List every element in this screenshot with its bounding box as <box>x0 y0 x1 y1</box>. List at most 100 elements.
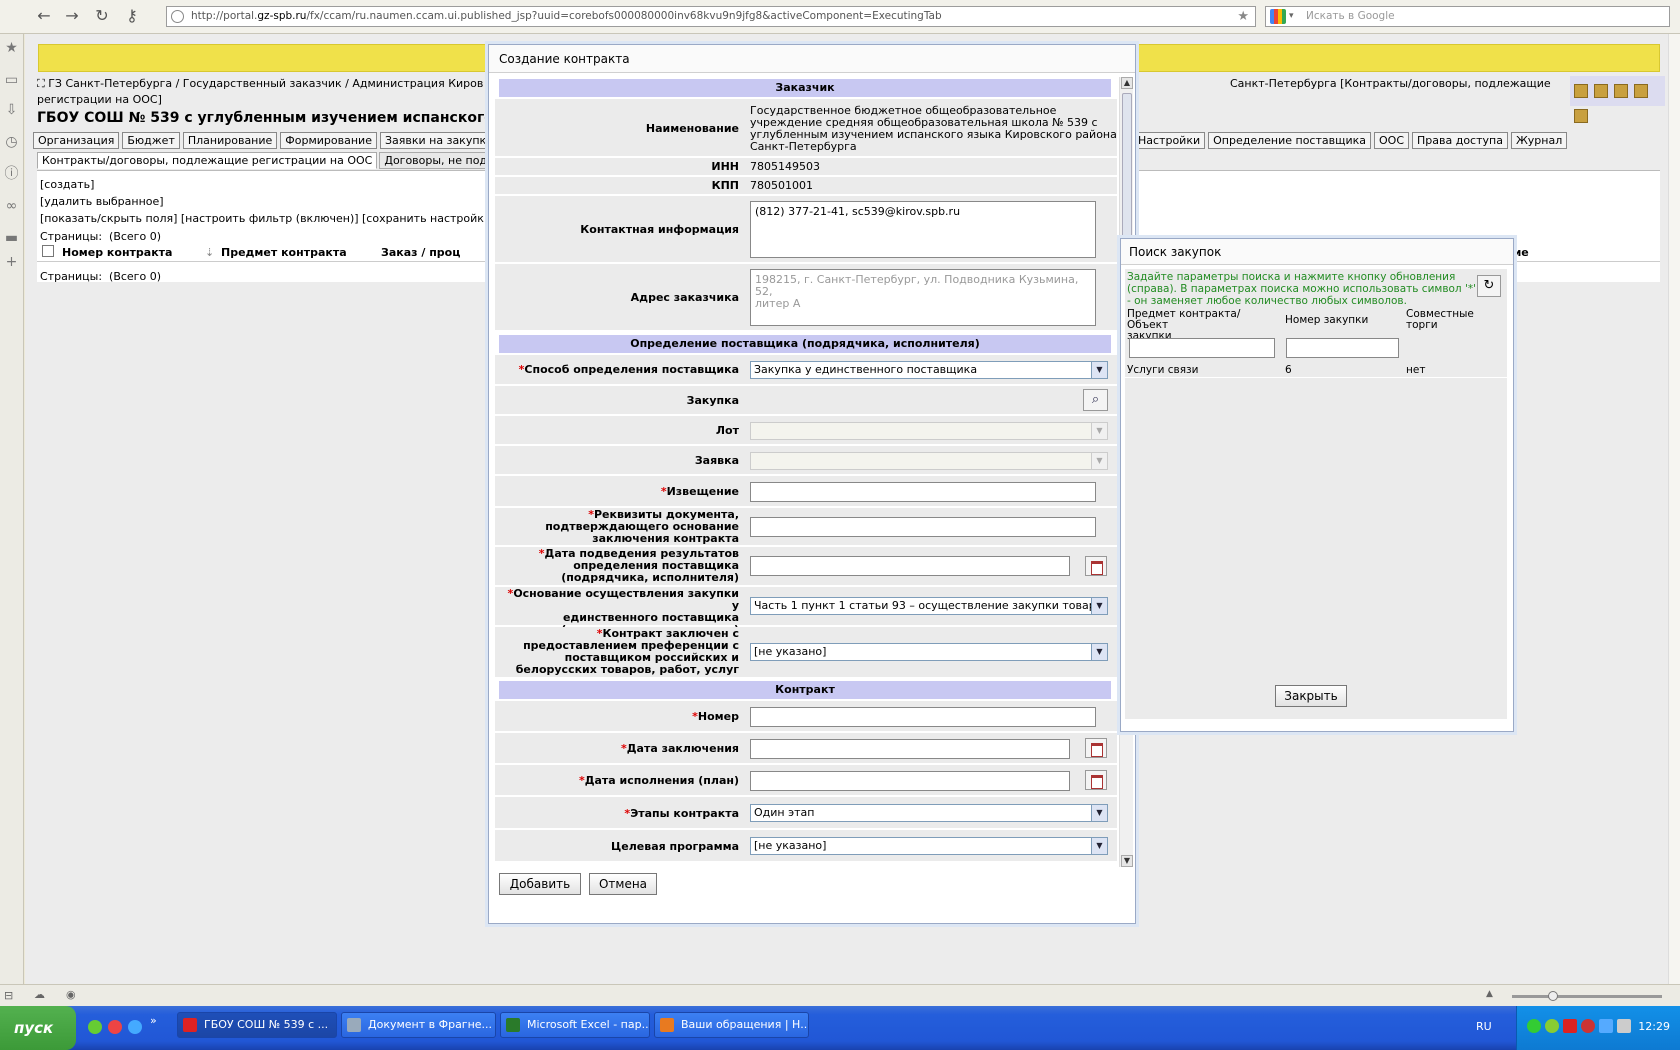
resultdate-input[interactable] <box>750 556 1070 576</box>
tab-organization[interactable]: Организация <box>33 132 120 149</box>
add-button[interactable]: Добавить <box>499 873 581 895</box>
settings-links[interactable]: [показать/скрыть поля] [настроить фильтр… <box>40 212 491 225</box>
conclusion-date-input[interactable] <box>750 739 1070 759</box>
magnifier-icon[interactable]: ⌕ <box>1083 389 1108 411</box>
calendar-icon[interactable] <box>1085 738 1107 758</box>
tab-budget[interactable]: Бюджет <box>122 132 180 149</box>
google-logo-icon[interactable] <box>1270 9 1286 24</box>
select-all-checkbox[interactable] <box>42 245 54 257</box>
zoom-arrow-icon[interactable]: ▲ <box>1486 989 1493 999</box>
address-textarea[interactable]: 198215, г. Санкт-Петербург, ул. Подводни… <box>750 269 1096 326</box>
col-contract-subject[interactable]: Предмет контракта <box>221 246 347 259</box>
zoom-slider-thumb[interactable] <box>1548 991 1558 1001</box>
info-icon[interactable]: ⓘ <box>3 166 20 183</box>
result-number[interactable]: 6 <box>1285 364 1292 376</box>
tray-app-icon[interactable] <box>1581 1019 1595 1033</box>
history-icon[interactable]: ◷ <box>3 134 20 151</box>
notice-input[interactable] <box>750 482 1096 502</box>
star-icon[interactable]: ★ <box>3 40 20 57</box>
chevron-down-icon[interactable]: ▼ <box>1091 423 1107 439</box>
quicklaunch-icon[interactable] <box>88 1020 102 1034</box>
tab-supplier-determination[interactable]: Определение поставщика <box>1208 132 1371 149</box>
result-joint[interactable]: нет <box>1406 364 1425 376</box>
method-select[interactable]: Закупка у единственного поставщика ▼ <box>750 361 1108 379</box>
search-input[interactable]: ▾ Искать в Google <box>1265 6 1670 27</box>
cancel-button[interactable]: Отмена <box>589 873 657 895</box>
taskbar-item[interactable]: Ваши обращения | Н... <box>654 1012 809 1038</box>
stages-select[interactable]: Один этап ▼ <box>750 804 1108 822</box>
close-button[interactable]: Закрыть <box>1275 685 1347 707</box>
tab-oos[interactable]: ООС <box>1374 132 1409 149</box>
kaspersky-icon[interactable] <box>1563 1019 1577 1033</box>
panel-toggle-icon[interactable]: ⊟ <box>4 989 13 1002</box>
refresh-icon[interactable]: ↻ <box>1477 275 1501 297</box>
application-select[interactable]: ▼ <box>750 452 1108 470</box>
chevron-down-icon[interactable]: ▼ <box>1091 805 1107 821</box>
notes-icon[interactable]: ▭ <box>3 72 20 89</box>
forward-arrow-icon[interactable]: → <box>62 6 82 26</box>
basis-select[interactable]: Часть 1 пункт 1 статьи 93 – осуществлени… <box>750 597 1108 615</box>
bookmark-star-icon[interactable]: ★ <box>1237 7 1249 26</box>
taskbar-item[interactable]: Документ в Фрагне... <box>341 1012 496 1038</box>
chevron-down-icon[interactable]: ▼ <box>1091 598 1107 614</box>
preference-select[interactable]: [не указано] ▼ <box>750 643 1108 661</box>
tab-planning[interactable]: Планирование <box>182 132 278 149</box>
result-subject[interactable]: Услуги связи <box>1127 364 1198 376</box>
start-button[interactable]: пуск <box>0 1006 76 1050</box>
number-filter-input[interactable] <box>1286 338 1399 358</box>
tab-purchase-requests[interactable]: Заявки на закупку <box>379 132 498 149</box>
contact-textarea[interactable]: (812) 377-21-41, sc539@kirov.spb.ru <box>750 201 1096 258</box>
network-icon[interactable] <box>1599 1019 1613 1033</box>
address-bar[interactable]: http://portal.gz-spb.ru/fx/ccam/ru.naume… <box>166 6 1256 27</box>
scroll-down-icon[interactable]: ▼ <box>1121 855 1133 867</box>
taskbar-item[interactable]: ГБОУ СОШ № 539 с ... <box>177 1012 337 1038</box>
execution-date-input[interactable] <box>750 771 1070 791</box>
tree-icon[interactable]: ⛶ <box>37 77 45 90</box>
delete-selected-link[interactable]: [удалить выбранное] <box>40 195 164 208</box>
chevron-down-icon[interactable]: ▾ <box>1289 7 1294 26</box>
tab-settings[interactable]: Настройки <box>1133 132 1206 149</box>
chevron-down-icon[interactable]: ▼ <box>1091 838 1107 854</box>
volume-icon[interactable] <box>1617 1019 1631 1033</box>
add-icon[interactable]: + <box>3 254 20 271</box>
home-icon[interactable] <box>1594 84 1608 98</box>
lot-select[interactable]: ▼ <box>750 422 1108 440</box>
chrome-icon[interactable] <box>108 1020 122 1034</box>
sort-arrow-icon[interactable]: ⇣ <box>205 246 214 259</box>
refresh-icon[interactable] <box>1614 84 1628 98</box>
col-contract-number[interactable]: Номер контракта <box>62 246 172 259</box>
create-link[interactable]: [создать] <box>40 178 94 191</box>
ie-icon[interactable] <box>128 1020 142 1034</box>
chevron-down-icon[interactable]: ▼ <box>1091 362 1107 378</box>
tab-forming[interactable]: Формирование <box>280 132 377 149</box>
tab-journal[interactable]: Журнал <box>1510 132 1568 149</box>
tray-app-icon[interactable] <box>1527 1019 1541 1033</box>
download-icon[interactable]: ⇩ <box>3 102 20 119</box>
program-select[interactable]: [не указано] ▼ <box>750 837 1108 855</box>
tab-access-rights[interactable]: Права доступа <box>1412 132 1508 149</box>
calendar-icon[interactable] <box>1085 556 1107 576</box>
cloud-icon[interactable]: ☁ <box>34 988 45 1001</box>
more-chevron-icon[interactable]: » <box>150 1014 157 1027</box>
calendar-icon[interactable] <box>1085 770 1107 790</box>
back-arrow-icon[interactable]: ← <box>34 6 54 26</box>
docreq-input[interactable] <box>750 517 1096 537</box>
chevron-down-icon[interactable]: ▼ <box>1091 644 1107 660</box>
number-input[interactable] <box>750 707 1096 727</box>
back-icon[interactable] <box>1634 84 1648 98</box>
key-icon[interactable]: ⚷ <box>122 6 142 26</box>
link-icon[interactable]: ∞ <box>3 198 20 215</box>
zoom-slider[interactable] <box>1512 991 1662 1001</box>
subtab-contracts-oos[interactable]: Контракты/договоры, подлежащие регистрац… <box>37 152 378 169</box>
language-indicator[interactable]: RU <box>1476 1020 1492 1033</box>
subtab-agreements[interactable]: Договоры, не подл <box>379 152 500 169</box>
panel-icon[interactable]: ▬ <box>3 230 20 247</box>
site-info-icon[interactable] <box>171 10 184 23</box>
scroll-up-icon[interactable]: ▲ <box>1121 77 1133 89</box>
reload-icon[interactable]: ↻ <box>92 6 112 26</box>
taskbar-item[interactable]: Microsoft Excel - пар... <box>500 1012 650 1038</box>
col-order[interactable]: Заказ / проц <box>381 246 460 259</box>
breadcrumb-text[interactable]: ГЗ Санкт-Петербурга / Государственный за… <box>48 77 483 90</box>
clock[interactable]: 12:29 <box>1638 1020 1670 1033</box>
chevron-down-icon[interactable]: ▼ <box>1091 453 1107 469</box>
